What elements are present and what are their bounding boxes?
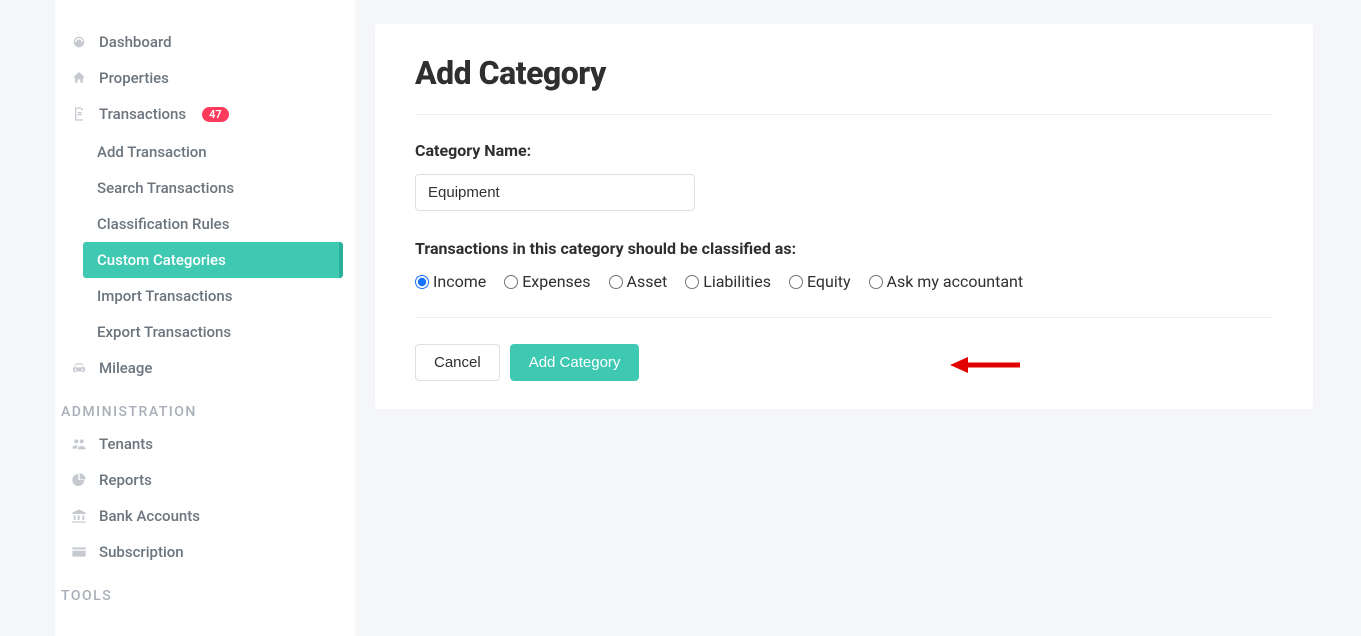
sidebar-item-label: Subscription xyxy=(99,543,184,561)
radio-expenses[interactable] xyxy=(504,275,518,289)
radio-label: Asset xyxy=(627,272,668,291)
sidebar-item-tenants[interactable]: Tenants xyxy=(55,426,355,462)
sidebar-item-transactions[interactable]: Transactions 47 xyxy=(55,96,355,132)
sidebar-sub-classification-rules[interactable]: Classification Rules xyxy=(83,206,343,242)
pie-chart-icon xyxy=(71,472,87,488)
sidebar-item-subscription[interactable]: Subscription xyxy=(55,534,355,570)
radio-income[interactable] xyxy=(415,275,429,289)
sidebar-item-label: Reports xyxy=(99,471,152,489)
radio-label: Liabilities xyxy=(703,272,771,291)
sidebar-item-label: Bank Accounts xyxy=(99,507,200,525)
credit-card-icon xyxy=(71,544,87,560)
divider xyxy=(415,114,1273,115)
document-icon xyxy=(71,106,87,122)
classification-label: Transactions in this category should be … xyxy=(415,239,1273,258)
radio-label: Expenses xyxy=(522,272,590,291)
sidebar-sub-custom-categories[interactable]: Custom Categories xyxy=(83,242,343,278)
sidebar-item-label: Transactions xyxy=(99,105,186,123)
radio-liabilities[interactable] xyxy=(685,275,699,289)
gauge-icon xyxy=(71,34,87,50)
cancel-button[interactable]: Cancel xyxy=(415,344,500,381)
add-category-card: Add Category Category Name: Transactions… xyxy=(375,24,1313,409)
radio-label: Equity xyxy=(807,272,851,291)
sidebar-sub-add-transaction[interactable]: Add Transaction xyxy=(83,134,343,170)
classification-radio-group: Income Expenses Asset Liabilities Equity xyxy=(415,272,1273,291)
sidebar-item-dashboard[interactable]: Dashboard xyxy=(55,24,355,60)
add-category-button[interactable]: Add Category xyxy=(510,344,640,381)
radio-label: Ask my accountant xyxy=(887,272,1024,291)
sidebar-item-label: Mileage xyxy=(99,359,152,377)
button-row: Cancel Add Category xyxy=(415,344,1273,381)
sidebar-item-bank-accounts[interactable]: Bank Accounts xyxy=(55,498,355,534)
radio-option-asset[interactable]: Asset xyxy=(609,272,668,291)
bank-icon xyxy=(71,508,87,524)
radio-label: Income xyxy=(433,272,486,291)
divider xyxy=(415,317,1273,318)
radio-ask-accountant[interactable] xyxy=(869,275,883,289)
radio-option-income[interactable]: Income xyxy=(415,272,486,291)
car-icon xyxy=(71,360,87,376)
category-name-label: Category Name: xyxy=(415,141,1273,160)
page-title: Add Category xyxy=(415,54,1273,92)
category-name-input[interactable] xyxy=(415,174,695,211)
sidebar-item-properties[interactable]: Properties xyxy=(55,60,355,96)
sidebar-item-label: Properties xyxy=(99,69,169,87)
sidebar-sub-search-transactions[interactable]: Search Transactions xyxy=(83,170,343,206)
section-header-tools: TOOLS xyxy=(55,570,355,610)
sidebar-item-mileage[interactable]: Mileage xyxy=(55,350,355,386)
sidebar-item-label: Tenants xyxy=(99,435,153,453)
sidebar-item-label: Dashboard xyxy=(99,33,172,51)
users-icon xyxy=(71,436,87,452)
radio-equity[interactable] xyxy=(789,275,803,289)
home-icon xyxy=(71,70,87,86)
sidebar: Dashboard Properties Transactions 47 Add… xyxy=(55,0,355,636)
radio-option-ask-accountant[interactable]: Ask my accountant xyxy=(869,272,1024,291)
sidebar-item-reports[interactable]: Reports xyxy=(55,462,355,498)
sidebar-sub-import-transactions[interactable]: Import Transactions xyxy=(83,278,343,314)
main-content: Add Category Category Name: Transactions… xyxy=(355,0,1361,636)
radio-asset[interactable] xyxy=(609,275,623,289)
transactions-count-badge: 47 xyxy=(202,107,229,122)
sidebar-sub-export-transactions[interactable]: Export Transactions xyxy=(83,314,343,350)
transactions-submenu: Add Transaction Search Transactions Clas… xyxy=(55,132,355,350)
radio-option-expenses[interactable]: Expenses xyxy=(504,272,590,291)
radio-option-liabilities[interactable]: Liabilities xyxy=(685,272,771,291)
radio-option-equity[interactable]: Equity xyxy=(789,272,851,291)
section-header-administration: ADMINISTRATION xyxy=(55,386,355,426)
